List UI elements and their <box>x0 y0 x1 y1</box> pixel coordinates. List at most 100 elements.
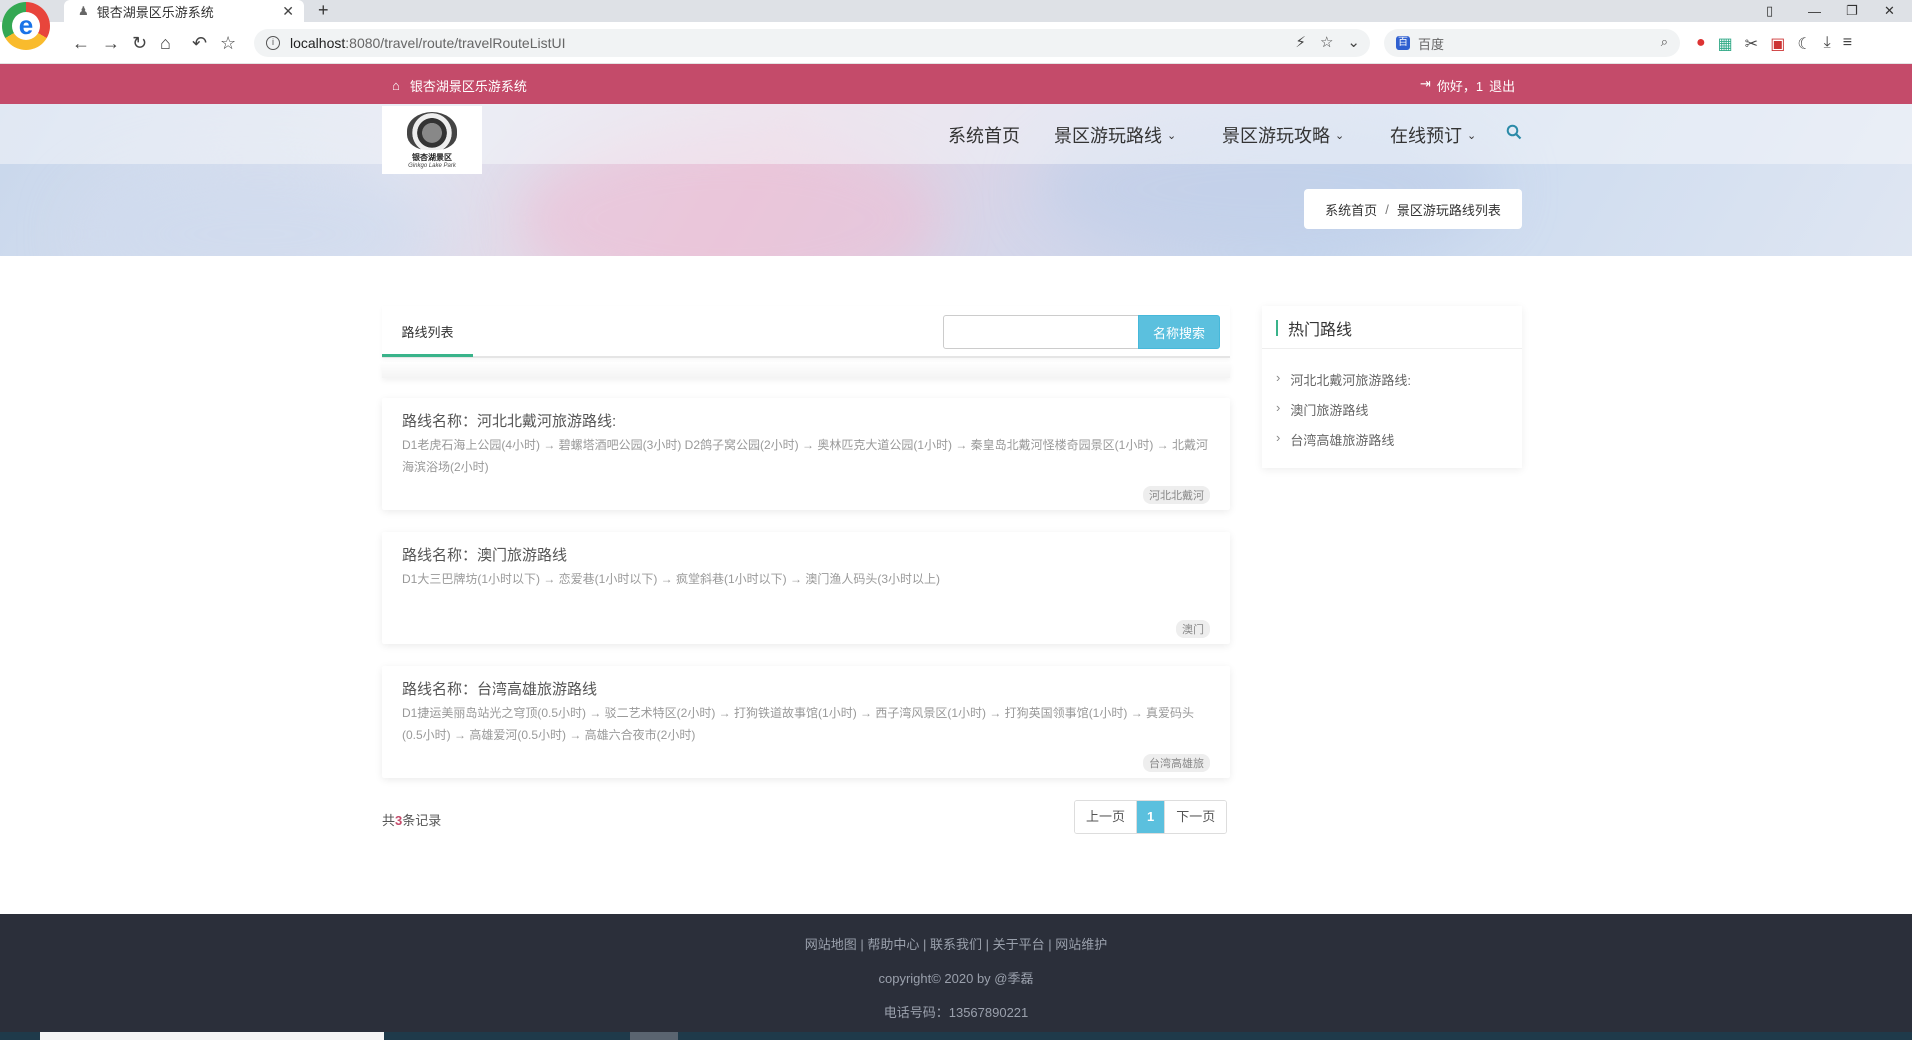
route-description: D1老虎石海上公园(4小时) → 碧螺塔酒吧公园(3小时) D2鸽子窝公园(2小… <box>402 438 1209 474</box>
breadcrumb-current: 景区游玩路线列表 <box>1396 202 1501 218</box>
nav-booking[interactable]: 在线预订 ⌄ <box>1390 122 1476 148</box>
route-description: D1捷运美丽岛站光之穹顶(0.5小时) → 驳二艺术特区(2小时) → 打狗铁道… <box>402 706 1195 742</box>
chevron-down-icon: ⌄ <box>1167 129 1177 142</box>
search-icon[interactable] <box>1506 124 1522 140</box>
route-card[interactable]: 路线名称：台湾高雄旅游路线 D1捷运美丽岛站光之穹顶(0.5小时) → 驳二艺术… <box>382 666 1230 778</box>
route-tag: 河北北戴河 <box>1143 486 1210 504</box>
close-window-icon[interactable]: ✕ <box>1884 0 1895 22</box>
dropdown-chevron-icon[interactable]: ⌄ <box>1347 33 1360 51</box>
footer-phone: 电话号码：13567890221 <box>883 1005 1029 1020</box>
night-mode-icon[interactable]: ☾ <box>1797 34 1811 54</box>
back-icon[interactable]: ← <box>72 32 90 54</box>
site-topbar: ⌂ 银杏湖景区乐游系统 ⇥ 你好，1 退出 <box>0 64 1912 104</box>
browser-logo-icon[interactable]: e <box>2 2 50 50</box>
route-name[interactable]: 路线名称：台湾高雄旅游路线 <box>402 678 597 699</box>
current-page-button[interactable]: 1 <box>1136 801 1165 833</box>
page-banner: 银杏湖景区 Ginkgo Lake Park 系统首页 景区游玩路线 ⌄ 景区游… <box>0 104 1912 256</box>
nav-home-label: 系统首页 <box>948 126 1020 146</box>
route-search-input[interactable] <box>943 315 1139 349</box>
home-icon[interactable]: ⌂ <box>160 32 171 54</box>
browser-toolbar: ← → ↻ ⌂ ↶ ☆ i localhost:8080/travel/rout… <box>0 22 1912 64</box>
new-tab-icon[interactable]: + <box>318 0 329 20</box>
route-tag: 台湾高雄旅 <box>1143 754 1210 772</box>
chevron-down-icon: ⌄ <box>1467 129 1477 142</box>
pdf-icon[interactable]: ▣ <box>1770 34 1785 54</box>
sidebar-title-text: 热门路线 <box>1288 322 1353 339</box>
site-logo[interactable]: 银杏湖景区 Ginkgo Lake Park <box>382 106 482 174</box>
user-area: ⇥ 你好，1 退出 <box>1420 76 1515 95</box>
sidebar-divider <box>1262 348 1522 349</box>
route-list-header: 路线列表 名称搜索 <box>382 306 1230 358</box>
record-prefix: 共 <box>382 813 396 828</box>
sidebar-title: 热门路线 <box>1276 316 1352 340</box>
list-divider <box>382 362 1230 378</box>
prev-page-button[interactable]: 上一页 <box>1075 801 1137 833</box>
taskbar-app-icon[interactable] <box>630 1032 678 1040</box>
hot-routes-sidebar: 热门路线 › 河北北戴河旅游路线: › 澳门旅游路线 › 台湾高雄旅游路线 <box>1262 306 1522 468</box>
title-accent-bar <box>1276 320 1278 336</box>
window-tile-icon[interactable]: ▯ <box>1766 0 1773 22</box>
browser-tab[interactable]: ♟ 银杏湖景区乐游系统 ✕ <box>64 0 304 22</box>
record-count: 共3条记录 <box>382 810 441 829</box>
browser-search-box[interactable]: 百 百度 ⌕ <box>1384 29 1680 57</box>
site-brand[interactable]: ⌂ 银杏湖景区乐游系统 <box>392 76 527 95</box>
restore-icon[interactable]: ❐ <box>1846 0 1858 22</box>
browser-tabbar: ♟ 银杏湖景区乐游系统 ✕ + ▯ — ❐ ✕ <box>0 0 1912 22</box>
route-tag: 澳门 <box>1176 620 1210 638</box>
download-icon[interactable]: ⤓ <box>1824 34 1831 54</box>
undo-close-icon[interactable]: ↶ <box>192 32 207 54</box>
breadcrumb: 系统首页 / 景区游玩路线列表 <box>1304 189 1522 229</box>
forward-icon[interactable]: → <box>102 32 120 54</box>
browser-search-icon[interactable]: ⌕ <box>1661 34 1668 50</box>
chevron-right-icon: › <box>1276 430 1281 445</box>
route-card[interactable]: 路线名称：河北北戴河旅游路线: D1老虎石海上公园(4小时) → 碧螺塔酒吧公园… <box>382 398 1230 510</box>
search-engine-label: 百度 <box>1418 36 1445 52</box>
minimize-icon[interactable]: — <box>1808 0 1821 22</box>
route-card[interactable]: 路线名称：澳门旅游路线 D1大三巴牌坊(1小时以下) → 恋爱巷(1小时以下) … <box>382 532 1230 644</box>
home-icon: ⌂ <box>392 78 400 93</box>
footer-copyright: copyright© 2020 by @季磊 <box>878 971 1034 986</box>
sidebar-item-macau[interactable]: › 澳门旅游路线 <box>1276 400 1368 419</box>
nav-guides-label: 景区游玩攻略 <box>1222 126 1330 146</box>
baidu-icon: 百 <box>1396 36 1410 50</box>
footer-links[interactable]: 网站地图 | 帮助中心 | 联系我们 | 关于平台 | 网站维护 <box>0 934 1912 953</box>
tab-route-list[interactable]: 路线列表 <box>382 322 473 341</box>
os-taskbar <box>0 1032 1912 1040</box>
lightning-icon[interactable]: ⚡ <box>1295 33 1306 51</box>
taskbar-search-area[interactable] <box>40 1032 384 1040</box>
logo-subtext: Ginkgo Lake Park <box>408 162 456 169</box>
route-description: D1大三巴牌坊(1小时以下) → 恋爱巷(1小时以下) → 疯堂斜巷(1小时以下… <box>402 572 941 586</box>
site-name: 银杏湖景区乐游系统 <box>409 79 527 94</box>
name-search-button[interactable]: 名称搜索 <box>1138 315 1220 349</box>
logout-link[interactable]: 退出 <box>1489 76 1515 95</box>
apps-grid-icon[interactable]: ▦ <box>1718 34 1733 54</box>
close-tab-icon[interactable]: ✕ <box>282 3 294 20</box>
next-page-button[interactable]: 下一页 <box>1164 801 1227 833</box>
nav-routes-label: 景区游玩路线 <box>1054 126 1162 146</box>
sidebar-item-label: 澳门旅游路线 <box>1290 403 1369 418</box>
tab-underline <box>382 354 473 357</box>
login-icon: ⇥ <box>1420 76 1431 91</box>
nav-guides[interactable]: 景区游玩攻略 ⌄ <box>1222 122 1344 148</box>
logo-emblem-icon <box>407 111 457 150</box>
scissors-icon[interactable]: ✂ <box>1745 34 1758 54</box>
url-path: :8080/travel/route/travelRouteListUI <box>345 35 566 51</box>
nav-home[interactable]: 系统首页 <box>948 122 1020 148</box>
nav-routes[interactable]: 景区游玩路线 ⌄ <box>1054 122 1176 148</box>
sidebar-item-beidaihe[interactable]: › 河北北戴河旅游路线: <box>1276 370 1411 389</box>
sidebar-item-kaohsiung[interactable]: › 台湾高雄旅游路线 <box>1276 430 1394 449</box>
site-info-icon[interactable]: i <box>266 36 280 50</box>
route-name[interactable]: 路线名称：澳门旅游路线 <box>402 544 567 565</box>
weibo-extension-icon[interactable]: ● <box>1696 34 1706 54</box>
chevron-down-icon: ⌄ <box>1335 129 1345 142</box>
breadcrumb-home[interactable]: 系统首页 <box>1325 200 1377 219</box>
route-name[interactable]: 路线名称：河北北戴河旅游路线: <box>402 410 616 431</box>
page-footer: 网站地图 | 帮助中心 | 联系我们 | 关于平台 | 网站维护 copyrig… <box>0 914 1912 1040</box>
chevron-right-icon: › <box>1276 370 1281 385</box>
address-bar[interactable]: i localhost:8080/travel/route/travelRout… <box>254 29 1370 57</box>
reload-icon[interactable]: ↻ <box>132 32 147 54</box>
bookmark-star-icon[interactable]: ☆ <box>220 32 236 54</box>
favorite-star-icon[interactable]: ☆ <box>1320 33 1333 51</box>
menu-icon[interactable]: ≡ <box>1843 34 1852 54</box>
tab-title: 银杏湖景区乐游系统 <box>96 4 214 20</box>
